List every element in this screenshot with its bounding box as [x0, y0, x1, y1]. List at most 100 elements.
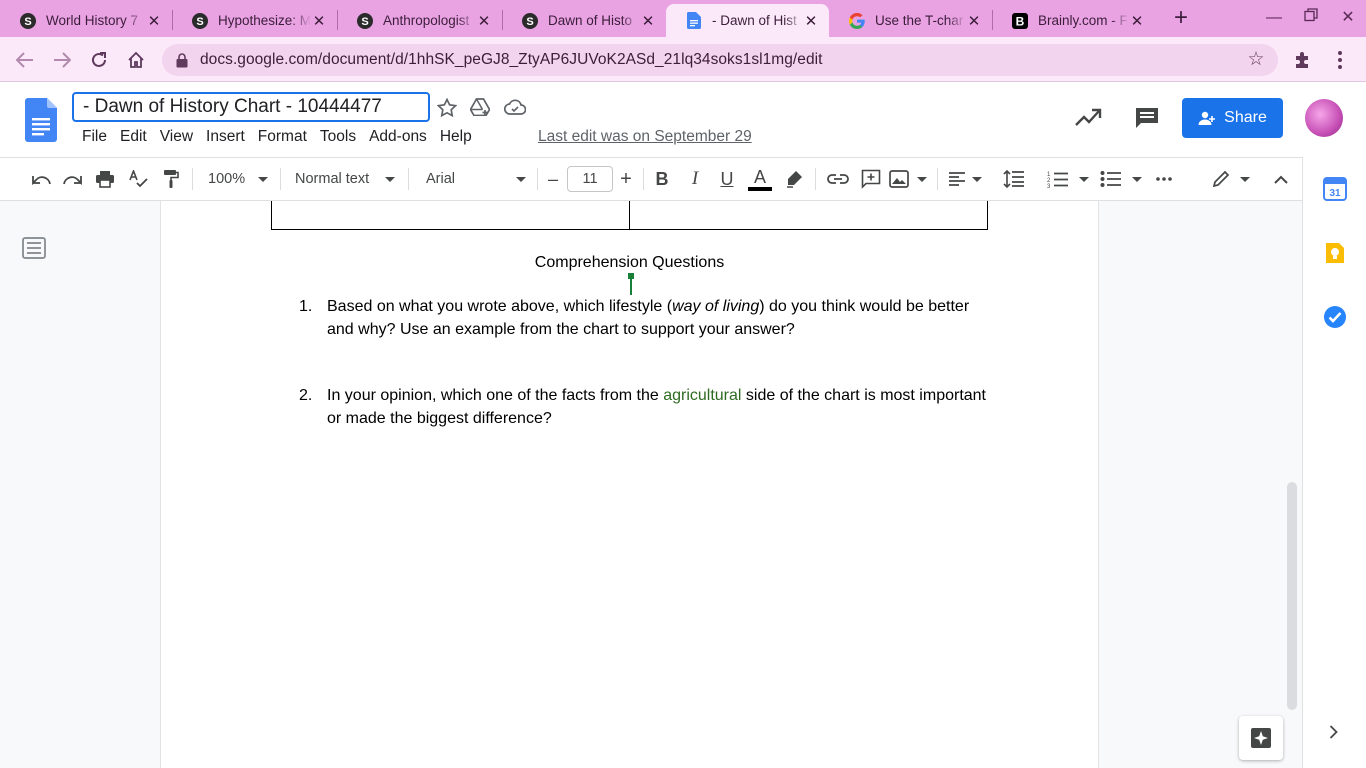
menu-add-ons[interactable]: Add-ons [369, 128, 427, 146]
close-icon[interactable]: ✕ [966, 13, 982, 30]
editing-mode-pencil-icon[interactable] [1212, 167, 1250, 191]
new-tab-icon[interactable]: + [1170, 6, 1192, 30]
last-edit-link[interactable]: Last edit was on September 29 [538, 128, 752, 146]
paint-format-icon[interactable] [158, 167, 184, 191]
reload-icon[interactable] [86, 47, 112, 73]
close-icon[interactable]: ✕ [803, 13, 819, 30]
insert-image-icon[interactable] [889, 167, 927, 191]
font-size-input[interactable]: 11 [567, 166, 613, 192]
share-button[interactable]: Share [1182, 98, 1283, 138]
close-icon[interactable]: ✕ [476, 13, 492, 30]
tab-title: Anthropologist [383, 13, 470, 28]
list-number: 1. [299, 298, 313, 315]
chevron-down-icon [258, 176, 268, 182]
text-color-icon[interactable]: A [747, 167, 773, 191]
cloud-saved-icon[interactable] [504, 96, 526, 118]
document-title-input[interactable]: - Dawn of History Chart - 10444477 [72, 92, 430, 122]
document-page[interactable]: Comprehension Questions 1. Based on what… [160, 201, 1099, 768]
menu-format[interactable]: Format [258, 128, 307, 146]
browser-tab[interactable]: S Dawn of Histo ✕ [502, 4, 666, 37]
close-icon[interactable]: ✕ [640, 13, 656, 30]
zoom-select[interactable]: 100% [200, 167, 272, 191]
browser-tab[interactable]: Use the T-char ✕ [829, 4, 992, 37]
browser-tab[interactable]: S Hypothesize: M ✕ [172, 4, 337, 37]
google-calendar-icon[interactable]: 31 [1323, 177, 1347, 201]
browser-tab[interactable]: B Brainly.com - F ✕ [992, 4, 1155, 37]
google-docs-logo-icon[interactable] [25, 98, 57, 142]
restore-icon[interactable] [1301, 8, 1321, 28]
tab-title: Hypothesize: M [218, 13, 311, 28]
explore-button[interactable] [1239, 716, 1283, 760]
avatar[interactable] [1305, 99, 1343, 137]
back-icon[interactable] [12, 47, 38, 73]
font-family-select[interactable]: Arial [418, 167, 530, 191]
collapse-menus-chevron-up-icon[interactable] [1269, 167, 1293, 191]
google-tasks-icon[interactable] [1323, 305, 1347, 329]
close-icon[interactable]: ✕ [146, 13, 162, 30]
docs-menu-bar: File Edit View Insert Format Tools Add-o… [82, 128, 485, 146]
collaborator-cursor [628, 273, 634, 295]
home-icon[interactable] [123, 47, 149, 73]
undo-icon[interactable] [28, 167, 54, 191]
chevron-down-icon [1079, 176, 1089, 182]
bookmark-star-icon[interactable]: ☆ [1246, 50, 1266, 70]
more-options-icon[interactable] [1152, 167, 1176, 191]
forward-icon[interactable] [49, 47, 75, 73]
highlight-color-icon[interactable] [782, 167, 806, 191]
document-canvas: Comprehension Questions 1. Based on what… [0, 201, 1302, 768]
activity-dashboard-icon[interactable] [1074, 106, 1102, 128]
chevron-down-icon [1240, 176, 1250, 182]
increase-font-size-button[interactable]: + [615, 167, 637, 191]
browser-menu-icon[interactable] [1328, 48, 1352, 72]
insert-comment-icon[interactable] [858, 167, 884, 191]
redo-icon[interactable] [60, 167, 86, 191]
close-icon[interactable]: ✕ [1129, 13, 1145, 30]
spellcheck-icon[interactable] [125, 167, 151, 191]
formatting-toolbar: 100% Normal text Arial – 11 + B I U A 1 … [0, 157, 1302, 201]
minimize-icon[interactable]: — [1264, 8, 1284, 28]
menu-insert[interactable]: Insert [206, 128, 245, 146]
menu-file[interactable]: File [82, 128, 107, 146]
align-left-icon[interactable] [948, 167, 982, 191]
lock-icon[interactable] [174, 52, 190, 68]
browser-tab-active[interactable]: - Dawn of Hist ✕ [666, 4, 829, 37]
font-family-value: Arial [426, 171, 456, 187]
schoology-icon: S [20, 12, 36, 29]
menu-view[interactable]: View [160, 128, 193, 146]
menu-help[interactable]: Help [440, 128, 472, 146]
browser-tab[interactable]: S World History 7 ✕ [0, 4, 172, 37]
menu-edit[interactable]: Edit [120, 128, 147, 146]
underline-icon[interactable]: U [715, 167, 739, 191]
google-keep-icon[interactable] [1323, 241, 1347, 265]
address-bar[interactable]: docs.google.com/document/d/1hhSK_peGJ8_Z… [162, 44, 1278, 76]
star-icon[interactable] [436, 96, 458, 118]
chevron-down-icon [972, 176, 982, 182]
paragraph-style-select[interactable]: Normal text [287, 167, 399, 191]
browser-tab[interactable]: S Anthropologist ✕ [337, 4, 502, 37]
schoology-icon: S [192, 12, 208, 29]
browser-toolbar: docs.google.com/document/d/1hhSK_peGJ8_Z… [0, 37, 1366, 82]
italic-icon[interactable]: I [683, 167, 707, 191]
print-icon[interactable] [92, 167, 118, 191]
paragraph-style-value: Normal text [295, 171, 370, 187]
extensions-puzzle-icon[interactable] [1291, 48, 1315, 72]
svg-text:S: S [361, 16, 368, 28]
vertical-scrollbar-thumb[interactable] [1287, 482, 1297, 710]
bold-icon[interactable]: B [650, 167, 674, 191]
decrease-font-size-button[interactable]: – [542, 167, 564, 191]
menu-tools[interactable]: Tools [320, 128, 356, 146]
document-outline-icon[interactable] [22, 237, 46, 259]
comment-history-icon[interactable] [1134, 106, 1160, 130]
insert-link-icon[interactable] [825, 167, 851, 191]
numbered-list-icon[interactable]: 123 [1047, 167, 1089, 191]
line-spacing-icon[interactable] [1002, 167, 1026, 191]
close-icon[interactable]: ✕ [311, 13, 327, 30]
chevron-right-icon[interactable] [1329, 725, 1338, 744]
share-people-icon [1198, 111, 1216, 125]
bulleted-list-icon[interactable] [1100, 167, 1142, 191]
table-column-divider [629, 201, 630, 229]
t-chart-table-bottom[interactable] [271, 201, 988, 230]
window-close-icon[interactable]: ✕ [1338, 8, 1358, 28]
move-to-drive-icon[interactable] [469, 96, 491, 118]
tab-title: Brainly.com - F [1038, 13, 1128, 28]
